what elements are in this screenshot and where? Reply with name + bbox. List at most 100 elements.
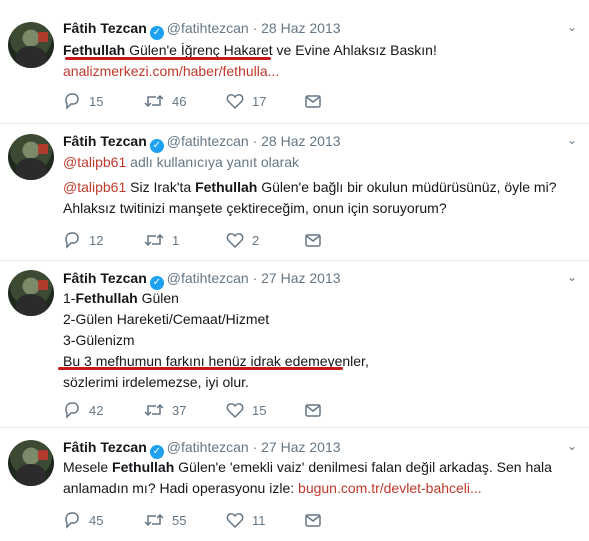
reply-icon [65, 402, 79, 419]
mention-link[interactable]: @talipb61 [63, 154, 126, 170]
bold-keyword: Fethullah [63, 42, 126, 58]
text-segment: 1- [63, 290, 76, 306]
heart-icon [226, 513, 244, 529]
like-count: 15 [252, 402, 267, 418]
message-button[interactable] [304, 231, 322, 249]
reply-button[interactable]: 42 [63, 401, 103, 419]
reply-icon [65, 232, 79, 249]
tweet-date[interactable]: · 27 Haz 2013 [253, 270, 341, 286]
retweet-button[interactable]: 55 [144, 511, 186, 529]
text-segment: Gülen [137, 290, 179, 306]
reply-icon [65, 512, 79, 529]
avatar[interactable] [8, 440, 54, 486]
text-segment: 3-Gülenizm [63, 332, 135, 348]
avatar[interactable] [8, 134, 54, 180]
tweet-text-line: 1-Fethullah Gülen [63, 288, 179, 309]
tweet[interactable]: Fâtih Tezcan ✓ @fatihtezcan · 27 Haz 2013 … [0, 428, 589, 541]
avatar[interactable] [8, 270, 54, 316]
mention-link[interactable]: @talipb61 [63, 179, 126, 195]
tweet-text-line: Ahlaksız twitinizi manşete çektireceğim,… [63, 198, 447, 219]
message-button[interactable] [304, 401, 322, 419]
like-count: 2 [252, 232, 260, 248]
envelope-icon [305, 514, 321, 527]
tweet-link[interactable]: bugun.com.tr/devlet-bahceli... [298, 480, 482, 496]
text-segment: Gülen'e bağlı bir okulun müdürüsünüz, öy… [257, 179, 557, 195]
tweet-header: Fâtih Tezcan ✓ @fatihtezcan · 28 Haz 2013 [63, 132, 341, 153]
author-handle[interactable]: @fatihtezcan [167, 439, 249, 455]
tweet-header: Fâtih Tezcan ✓ @fatihtezcan · 27 Haz 2013 [63, 269, 341, 290]
like-button[interactable]: 15 [226, 401, 266, 419]
tweet-text-line: Mesele Fethullah Gülen'e 'emekli vaiz' d… [63, 457, 552, 478]
reply-count: 42 [89, 402, 104, 418]
tweet-date[interactable]: · 28 Haz 2013 [253, 133, 341, 149]
author-handle[interactable]: @fatihtezcan [167, 133, 249, 149]
chevron-down-icon[interactable]: ⌄ [567, 439, 577, 453]
tweet-text-line: 3-Gülenizm [63, 330, 135, 351]
tweet[interactable]: Fâtih Tezcan ✓ @fatihtezcan · 28 Haz 2013 … [0, 124, 589, 261]
highlight-underline [65, 57, 271, 60]
retweet-button[interactable]: 1 [144, 231, 179, 249]
like-button[interactable]: 2 [226, 231, 259, 249]
tweet-date[interactable]: · 27 Haz 2013 [253, 439, 341, 455]
tweet-text-line: 2-Gülen Hareketi/Cemaat/Hizmet [63, 309, 269, 330]
tweet-text-line: sözlerimi irdelemezse, iyi olur. [63, 372, 249, 393]
retweet-icon [144, 403, 164, 417]
retweet-count: 37 [172, 402, 187, 418]
chevron-down-icon[interactable]: ⌄ [567, 133, 577, 147]
envelope-icon [305, 234, 321, 247]
verified-badge-icon: ✓ [149, 26, 164, 40]
chevron-down-icon[interactable]: ⌄ [567, 270, 577, 284]
text-segment: Gülen'e İğrenç Hakaret ve Evine Ahlaksız… [125, 42, 437, 58]
like-button[interactable]: 11 [226, 511, 266, 529]
author-handle[interactable]: @fatihtezcan [167, 20, 249, 36]
reply-button[interactable]: 12 [63, 231, 103, 249]
tweet-date[interactable]: · 28 Haz 2013 [253, 20, 341, 36]
chevron-down-icon[interactable]: ⌄ [567, 20, 577, 34]
text-segment: 2-Gülen Hareketi/Cemaat/Hizmet [63, 311, 270, 327]
reply-icon [65, 93, 79, 110]
tweet-text-line: @talipb61 Siz Irak'ta Fethullah Gülen'e … [63, 177, 557, 198]
heart-icon [226, 233, 244, 249]
retweet-icon [144, 513, 164, 527]
message-button[interactable] [304, 511, 322, 529]
retweet-button[interactable]: 37 [144, 401, 186, 419]
tweet-header: Fâtih Tezcan ✓ @fatihtezcan · 27 Haz 2013 [63, 438, 341, 459]
bold-keyword: Fethullah [112, 459, 175, 475]
author-handle[interactable]: @fatihtezcan [167, 270, 249, 286]
tweet-text-line: anlamadın mı? Hadi operasyonu izle: bugu… [63, 478, 482, 499]
reply-button[interactable]: 15 [63, 92, 103, 110]
reply-button[interactable]: 45 [63, 511, 103, 529]
tweet-link[interactable]: analizmerkezi.com/haber/fethulla... [63, 63, 279, 79]
heart-icon [226, 94, 244, 110]
author-name[interactable]: Fâtih Tezcan [63, 133, 147, 149]
bold-keyword: Fethullah [75, 290, 138, 306]
envelope-icon [305, 95, 321, 108]
text-segment: Ahlaksız twitinizi manşete çektireceğim,… [63, 200, 447, 216]
retweet-button[interactable]: 46 [144, 92, 186, 110]
text-segment: Siz Irak'ta [126, 179, 196, 195]
like-count: 17 [252, 93, 267, 109]
like-button[interactable]: 17 [226, 92, 266, 110]
retweet-count: 55 [172, 512, 187, 528]
text-segment: sözlerimi irdelemezse, iyi olur. [63, 374, 249, 390]
author-name[interactable]: Fâtih Tezcan [63, 270, 147, 286]
retweet-icon [144, 233, 164, 247]
tweet[interactable]: Fâtih Tezcan ✓ @fatihtezcan · 27 Haz 2013 … [0, 261, 589, 428]
tweet-header: Fâtih Tezcan ✓ @fatihtezcan · 28 Haz 2013 [63, 19, 341, 40]
retweet-count: 1 [172, 232, 180, 248]
verified-badge-icon: ✓ [149, 139, 164, 153]
like-count: 11 [252, 512, 266, 528]
message-button[interactable] [304, 92, 322, 110]
retweet-count: 46 [172, 93, 187, 109]
heart-icon [226, 403, 244, 419]
reply-count: 12 [89, 232, 104, 248]
avatar[interactable] [8, 22, 54, 68]
tweet-text-line: analizmerkezi.com/haber/fethulla... [63, 61, 279, 82]
text-segment: anlamadın mı? Hadi operasyonu izle: [63, 480, 299, 496]
tweet[interactable]: Fâtih Tezcan ✓ @fatihtezcan · 28 Haz 2013 … [0, 0, 589, 124]
reply-count: 15 [89, 93, 104, 109]
timeline: Fâtih Tezcan ✓ @fatihtezcan · 28 Haz 2013 … [0, 0, 589, 541]
envelope-icon [305, 404, 321, 417]
author-name[interactable]: Fâtih Tezcan [63, 20, 147, 36]
author-name[interactable]: Fâtih Tezcan [63, 439, 147, 455]
